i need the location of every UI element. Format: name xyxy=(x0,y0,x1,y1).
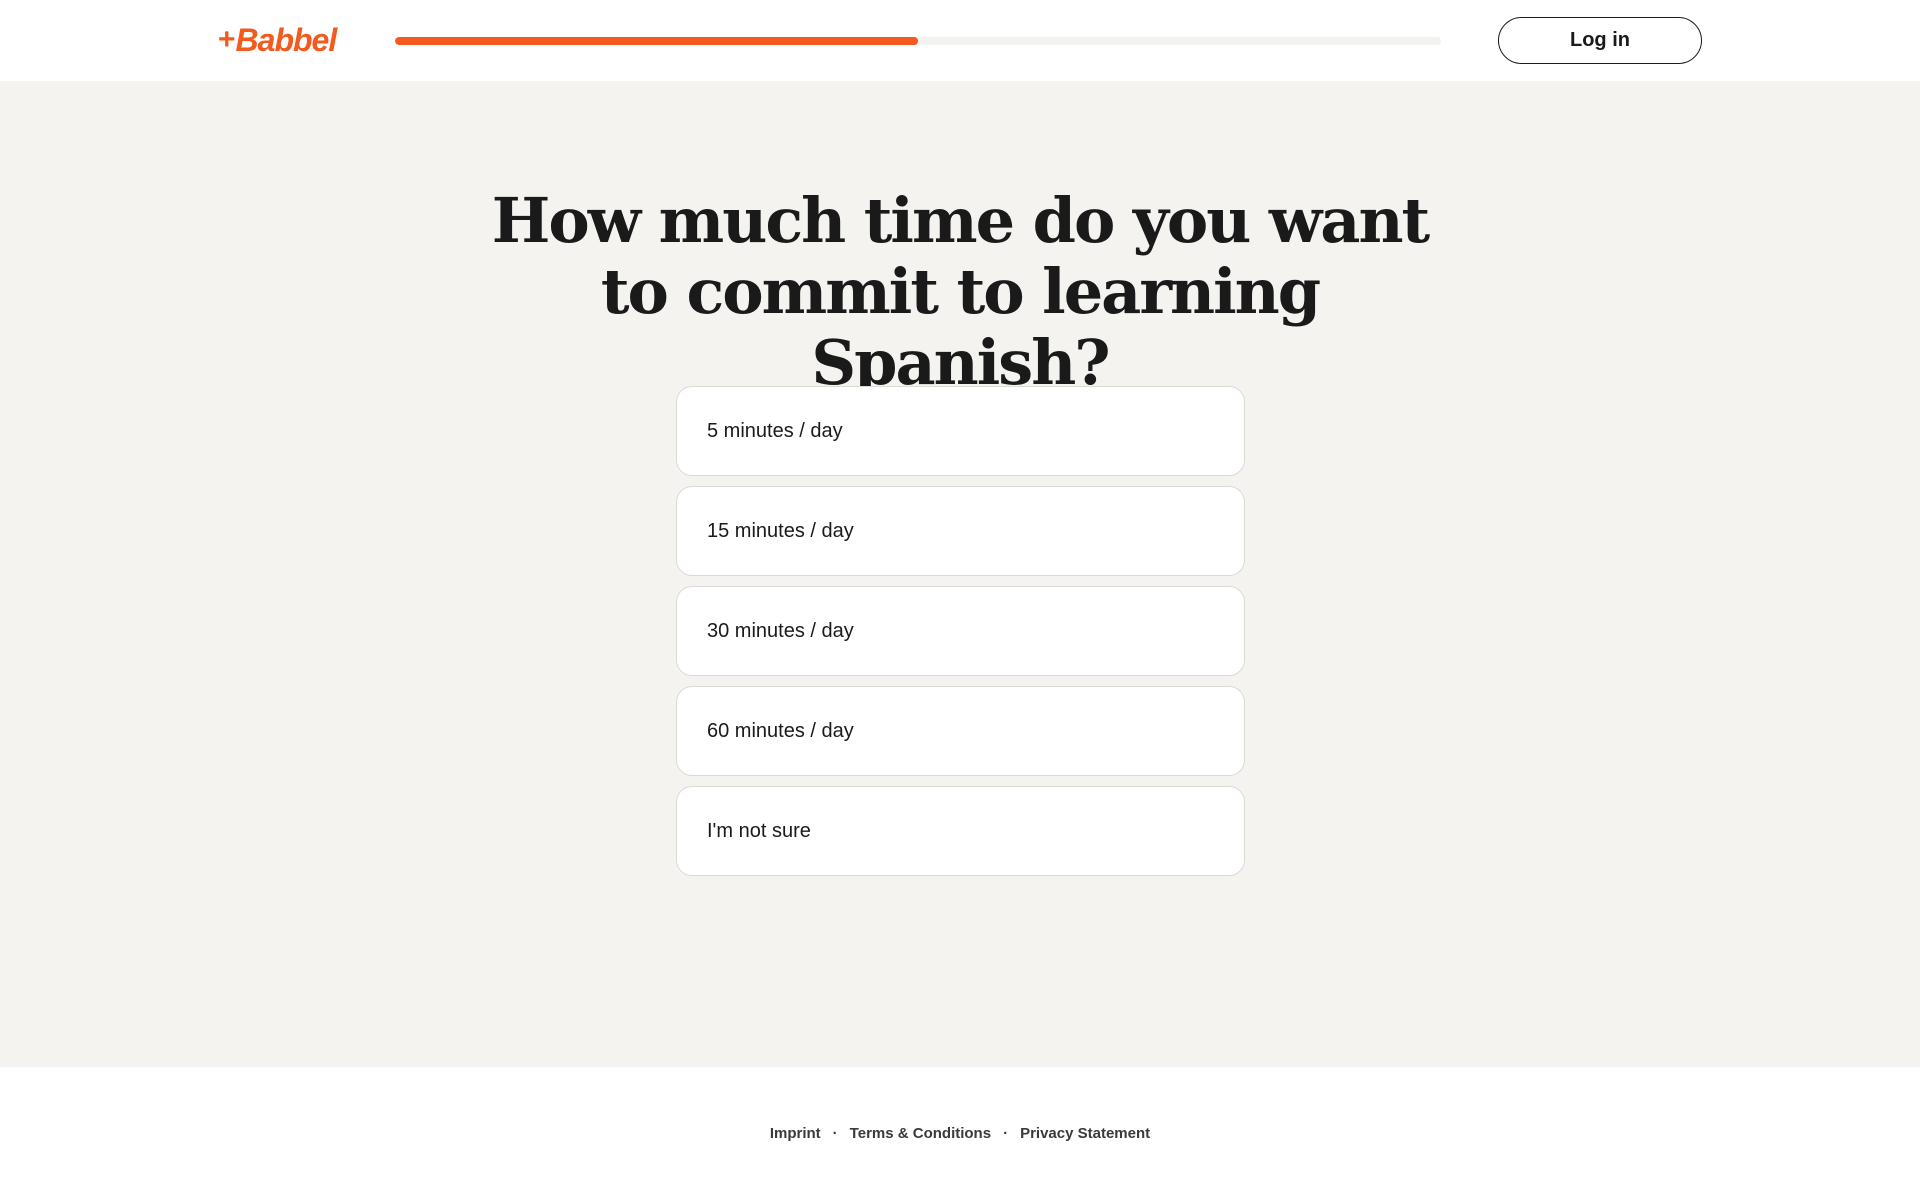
imprint-link[interactable]: Imprint xyxy=(770,1125,821,1142)
question-heading: How much time do you want to commit to l… xyxy=(491,184,1430,399)
terms-link[interactable]: Terms & Conditions xyxy=(850,1125,991,1142)
header: + Babbel Log in xyxy=(0,0,1920,81)
option-label: 30 minutes / day xyxy=(707,619,854,642)
option-label: I'm not sure xyxy=(707,819,811,842)
option-not-sure[interactable]: I'm not sure xyxy=(676,786,1245,876)
footer: Imprint · Terms & Conditions · Privacy S… xyxy=(0,1067,1920,1200)
privacy-link[interactable]: Privacy Statement xyxy=(1020,1125,1150,1142)
main-content: How much time do you want to commit to l… xyxy=(0,81,1920,1067)
option-30-minutes[interactable]: 30 minutes / day xyxy=(676,586,1245,676)
progress-bar-fill xyxy=(395,37,918,45)
option-15-minutes[interactable]: 15 minutes / day xyxy=(676,486,1245,576)
logo-wordmark: Babbel xyxy=(235,21,338,58)
logo-plus-icon: + xyxy=(218,23,236,56)
option-label: 5 minutes / day xyxy=(707,419,843,442)
babbel-logo[interactable]: + Babbel xyxy=(218,21,338,58)
log-in-button[interactable]: Log in xyxy=(1498,17,1702,64)
footer-separator: · xyxy=(1003,1125,1009,1142)
option-label: 15 minutes / day xyxy=(707,519,854,542)
footer-separator: · xyxy=(832,1125,838,1142)
option-5-minutes[interactable]: 5 minutes / day xyxy=(676,386,1245,476)
answer-options: 5 minutes / day 15 minutes / day 30 minu… xyxy=(676,386,1245,886)
option-60-minutes[interactable]: 60 minutes / day xyxy=(676,686,1245,776)
footer-links: Imprint · Terms & Conditions · Privacy S… xyxy=(0,1125,1920,1142)
progress-bar xyxy=(395,37,1441,45)
option-label: 60 minutes / day xyxy=(707,719,854,742)
